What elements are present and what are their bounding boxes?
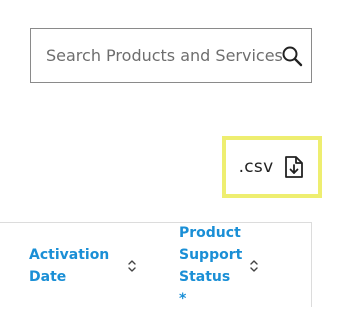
search-box[interactable] bbox=[30, 28, 312, 83]
column-header-product-support-status[interactable]: Product Support Status * bbox=[179, 223, 259, 308]
search-icon[interactable] bbox=[281, 45, 303, 67]
sort-icon[interactable] bbox=[127, 258, 137, 274]
table-header: Activation Date Product Support Status * bbox=[0, 222, 312, 307]
column-header-activation-date[interactable]: Activation Date bbox=[29, 223, 137, 308]
export-csv-button[interactable]: .csv bbox=[222, 136, 322, 198]
file-download-icon bbox=[285, 156, 304, 178]
search-input[interactable] bbox=[46, 29, 288, 82]
csv-label: .csv bbox=[238, 157, 274, 177]
column-header-label: Product Support Status * bbox=[179, 224, 243, 307]
column-header-label: Activation Date bbox=[29, 246, 110, 285]
sort-icon[interactable] bbox=[249, 258, 259, 274]
